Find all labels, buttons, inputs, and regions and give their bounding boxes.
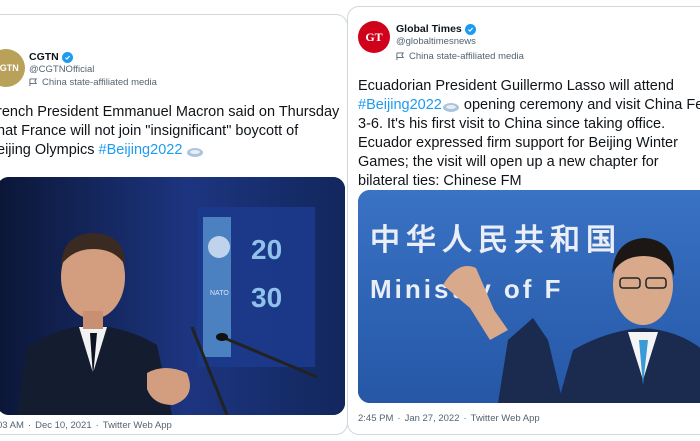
hashtag-link[interactable]: #Beijing2022 [99,142,183,158]
display-name[interactable]: CGTN [29,51,59,63]
avatar[interactable]: GT [358,21,390,53]
tweet-time[interactable]: 2:45 PM [358,413,393,424]
tweet-header: CGTN CGTN @CGTNOfficial China state-affi… [0,15,347,88]
nato-label: NATO [210,290,229,297]
display-name[interactable]: Global Times [396,23,462,35]
tweet-card-global-times[interactable]: GT Global Times @globaltimesnews China s… [347,6,700,435]
tweet-photo[interactable]: 20 30 NATO [0,177,345,415]
tweet-meta: 2:45 PM · Jan 27, 2022 · Twitter Web App [358,413,540,424]
handle[interactable]: @CGTNOfficial [29,64,94,75]
state-media-label[interactable]: China state-affiliated media [396,51,524,62]
flag-icon [29,78,37,87]
olympics-hashflag-icon [442,100,460,112]
tweet-date[interactable]: Dec 10, 2021 [35,420,92,431]
tweet-time[interactable]: 03 AM [0,420,24,431]
tweet-photo[interactable]: 中华人民共和国 Ministry of F [358,190,700,403]
olympics-hashflag-icon [186,145,204,157]
tweet-card-cgtn[interactable]: CGTN CGTN @CGTNOfficial China state-affi… [0,14,348,435]
hashtag-link[interactable]: #Beijing2022 [358,97,442,113]
macron-photo: 20 30 NATO [0,177,345,415]
tweet-header: GT Global Times @globaltimesnews China s… [348,7,700,63]
verified-badge-icon [61,51,73,63]
handle[interactable]: @globaltimesnews [396,36,476,47]
state-media-label[interactable]: China state-affiliated media [29,77,157,88]
tweet-date[interactable]: Jan 27, 2022 [405,413,460,424]
sign-chinese-text: 中华人民共和国 [370,223,622,258]
avatar[interactable]: CGTN [0,49,25,87]
verified-badge-icon [464,23,476,35]
tweet-source[interactable]: Twitter Web App [471,413,540,424]
tweet-source[interactable]: Twitter Web App [103,420,172,431]
tweet-meta: 03 AM · Dec 10, 2021 · Twitter Web App [0,420,172,431]
tweet-text: Ecuadorian President Guillermo Lasso wil… [358,78,700,189]
press-conference-photo: 中华人民共和国 Ministry of F [358,190,700,403]
badge-number-top: 20 [251,234,282,265]
tweet-text: rench President Emmanuel Macron said on … [0,104,340,158]
flag-icon [396,52,404,61]
badge-number-bottom: 30 [251,282,282,313]
